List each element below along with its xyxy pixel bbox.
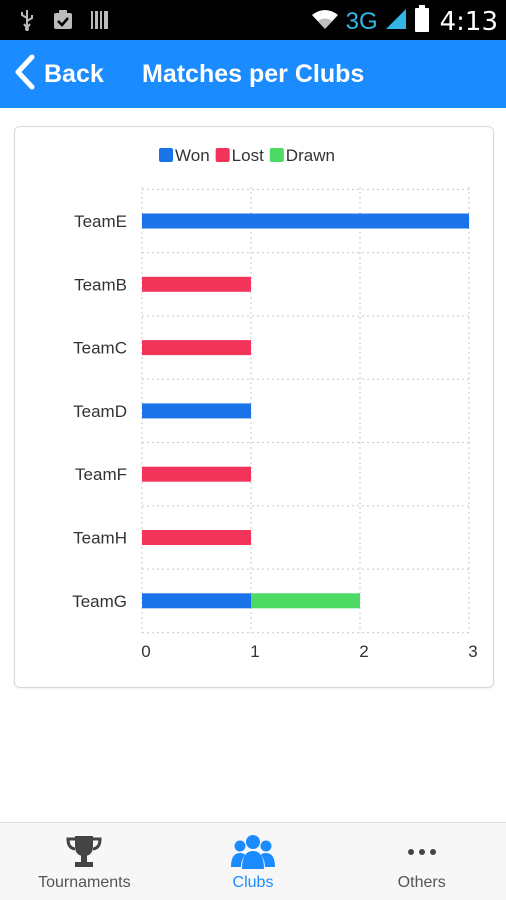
chevron-left-icon [12, 54, 38, 95]
bar-lost-teamh [142, 530, 251, 545]
x-tick-label: 3 [468, 642, 477, 661]
bar-won-teame [142, 213, 469, 229]
category-label: TeamB [74, 275, 127, 294]
nav-others[interactable]: Others [337, 823, 506, 900]
wifi-icon [310, 7, 340, 36]
legend-label-drawn: Drawn [286, 146, 335, 165]
group-icon [231, 832, 275, 872]
bottom-nav: Tournaments Clubs Others [0, 822, 506, 900]
legend-label-lost: Lost [232, 146, 264, 165]
nav-clubs[interactable]: Clubs [169, 823, 338, 900]
bar-won-teamd [142, 403, 251, 419]
signal-icon [384, 7, 408, 36]
app-bar: Back Matches per Clubs [0, 40, 506, 108]
category-label: TeamE [74, 212, 127, 231]
bar-lost-teamf [142, 466, 251, 482]
category-label: TeamF [75, 465, 127, 484]
legend-label-won: Won [175, 146, 210, 165]
nav-label-tournaments: Tournaments [38, 874, 131, 891]
bar-lost-teamc [142, 340, 251, 356]
x-tick-label: 2 [359, 642, 368, 661]
battery-icon [414, 5, 430, 38]
chart-card: TeamE TeamB TeamC TeamD TeamF TeamH TeamG 0 1 2 3 W… [14, 126, 494, 688]
legend-swatch-drawn [269, 148, 284, 162]
category-label: TeamH [73, 529, 127, 548]
page-title: Matches per Clubs [142, 60, 365, 88]
trophy-icon [65, 832, 103, 872]
clipboard-check-icon [52, 9, 74, 36]
nav-tournaments[interactable]: Tournaments [0, 823, 169, 900]
more-icon [407, 832, 437, 872]
x-tick-label: 1 [250, 642, 259, 661]
back-button[interactable]: Back [12, 40, 104, 108]
x-tick-label: 0 [141, 642, 150, 661]
legend-swatch-won [159, 148, 173, 162]
network-type: 3G [345, 7, 378, 35]
nav-label-others: Others [397, 874, 446, 891]
category-label: TeamD [73, 402, 127, 421]
category-label: TeamG [72, 592, 127, 611]
bar-won-teamg [142, 593, 251, 609]
usb-icon [18, 8, 36, 37]
matches-chart: TeamE TeamB TeamC TeamD TeamF TeamH TeamG 0 1 2 3 W… [72, 146, 478, 661]
category-label: TeamC [73, 339, 127, 358]
clock: 4:13 [439, 6, 498, 37]
nav-label-clubs: Clubs [232, 874, 274, 891]
bar-drawn-teamg [251, 593, 360, 609]
status-bar: 3G 4:13 [0, 0, 506, 40]
legend-swatch-lost [215, 148, 230, 162]
back-label: Back [44, 59, 104, 88]
bar-lost-teamb [142, 276, 251, 292]
barcode-icon [90, 9, 110, 36]
